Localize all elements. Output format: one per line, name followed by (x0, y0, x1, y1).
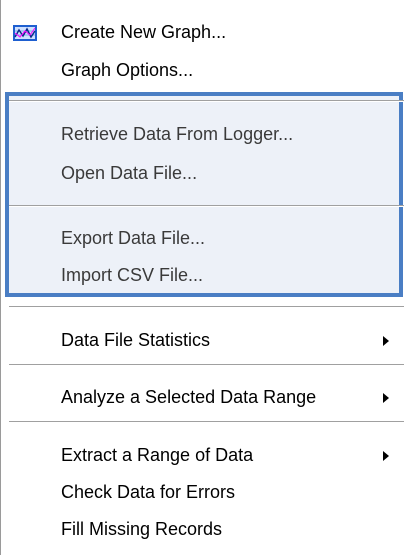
menu-item-label: Retrieve Data From Logger... (61, 124, 294, 144)
menu-item-label: Extract a Range of Data (61, 445, 254, 465)
menu-item-label: Open Data File... (61, 163, 198, 183)
context-menu: Create New Graph... Graph Options... Ret… (0, 0, 406, 555)
submenu-arrow-icon (383, 393, 389, 403)
submenu-arrow-icon (383, 451, 389, 461)
menu-item-open-data-file[interactable]: Open Data File... (1, 157, 406, 189)
menu-separator (9, 306, 404, 308)
menu-item-label: Create New Graph... (61, 22, 227, 42)
menu-item-graph-options[interactable]: Graph Options... (1, 54, 406, 86)
submenu-arrow-icon (383, 336, 389, 346)
menu-item-data-file-statistics[interactable]: Data File Statistics (1, 324, 406, 356)
menu-item-fill-missing-records[interactable]: Fill Missing Records (1, 513, 406, 545)
menu-separator (9, 205, 404, 207)
menu-item-import-csv-file[interactable]: Import CSV File... (1, 259, 406, 291)
graph-icon (13, 25, 37, 41)
menu-item-extract-range[interactable]: Extract a Range of Data (1, 439, 406, 471)
menu-item-label: Fill Missing Records (61, 519, 223, 539)
menu-item-analyze-selected-range[interactable]: Analyze a Selected Data Range (1, 381, 406, 413)
menu-item-export-data-file[interactable]: Export Data File... (1, 222, 406, 254)
menu-item-retrieve-data[interactable]: Retrieve Data From Logger... (1, 118, 406, 150)
menu-item-label: Export Data File... (61, 228, 206, 248)
menu-item-label: Data File Statistics (61, 330, 211, 350)
menu-item-label: Import CSV File... (61, 265, 204, 285)
menu-item-label: Check Data for Errors (61, 482, 236, 502)
menu-item-label: Analyze a Selected Data Range (61, 387, 317, 407)
menu-item-check-data-errors[interactable]: Check Data for Errors (1, 476, 406, 508)
menu-separator (9, 364, 404, 366)
menu-separator (9, 421, 404, 423)
menu-item-label: Graph Options... (61, 60, 194, 80)
menu-item-create-new-graph[interactable]: Create New Graph... (1, 16, 406, 48)
menu-separator (9, 100, 404, 102)
